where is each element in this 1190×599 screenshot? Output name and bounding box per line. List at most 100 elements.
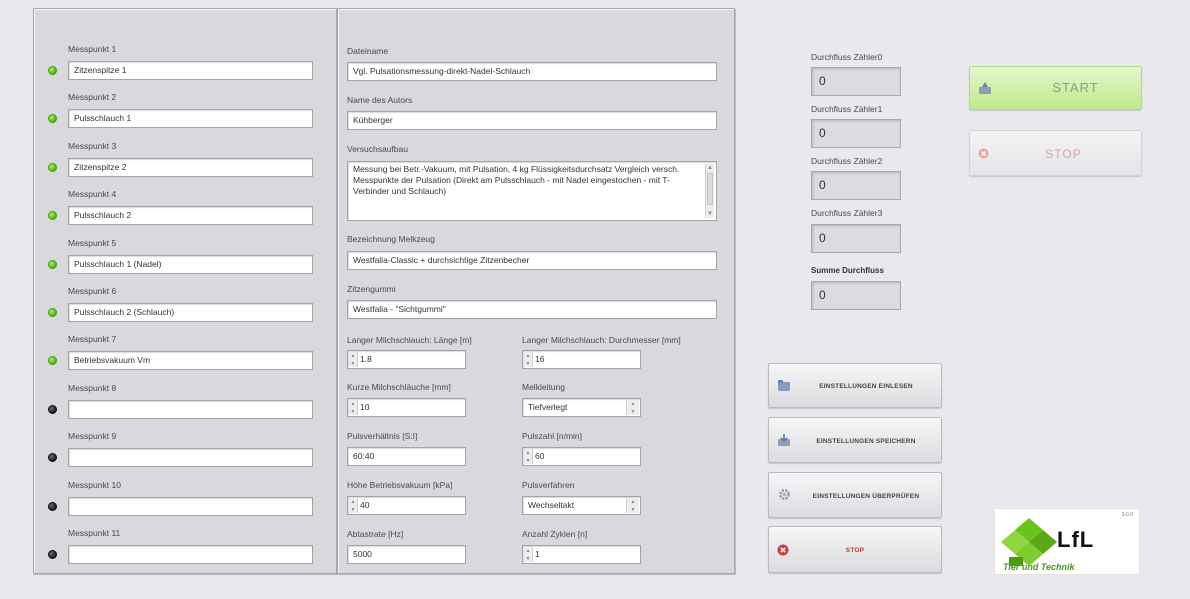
pulsverfahren-select[interactable]: Wechseltakt ▲ ▼ bbox=[522, 496, 641, 515]
counter3-label: Durchfluss Zähler3 bbox=[811, 208, 883, 218]
messpunkt-field[interactable] bbox=[68, 448, 313, 468]
messpunkt-field[interactable] bbox=[68, 399, 313, 419]
kurze-label: Kurze Milchschläuche [mm] bbox=[347, 382, 451, 392]
versuchsaufbau-label: Versuchsaufbau bbox=[347, 144, 408, 154]
stop-small-label: STOP bbox=[845, 547, 865, 554]
status-led-icon bbox=[48, 308, 57, 317]
melkleitung-label: Melkleitung bbox=[522, 382, 565, 392]
durchmesser-value: 16 bbox=[535, 354, 545, 364]
summe-label: Summe Durchfluss bbox=[811, 266, 884, 275]
messpunkt-label: Messpunkt 4 bbox=[68, 189, 117, 200]
zyklen-value: 1 bbox=[535, 549, 540, 559]
durchmesser-numeric[interactable]: ▲ ▼ 16 bbox=[522, 350, 641, 369]
vakuum-value: 40 bbox=[360, 500, 370, 510]
ueberpruefen-button[interactable]: EINSTELLUNGEN ÜBERPRÜFEN bbox=[768, 472, 942, 518]
kurze-value: 10 bbox=[360, 402, 370, 412]
messpunkt-field[interactable] bbox=[68, 545, 313, 564]
pulszahl-numeric[interactable]: ▲ ▼ 60 bbox=[522, 447, 641, 466]
laenge-value: 1.8 bbox=[360, 354, 372, 364]
dropdown-arrows-icon[interactable]: ▲ ▼ bbox=[626, 498, 639, 513]
messpunkt-field[interactable]: Pulsschlauch 2 (Schlauch) bbox=[68, 303, 313, 322]
abtastrate-field[interactable]: 5000 bbox=[347, 545, 466, 564]
stop-small-button[interactable]: STOP bbox=[768, 526, 942, 573]
autor-label: Name des Autors bbox=[347, 95, 413, 105]
version-label: 3.0.0 bbox=[1121, 512, 1133, 518]
vakuum-label: Höhe Betriebsvakuum [kPa] bbox=[347, 480, 453, 490]
spin-arrows-icon[interactable]: ▲ ▼ bbox=[524, 352, 533, 367]
pulszahl-value: 60 bbox=[535, 451, 545, 461]
scroll-thumb[interactable] bbox=[707, 173, 713, 205]
messpunkt-field[interactable] bbox=[68, 496, 313, 516]
messpunkt-field[interactable]: Pulsschlauch 1 bbox=[68, 109, 313, 129]
melkzeug-label: Bezeichnung Melkzeug bbox=[347, 234, 435, 244]
vakuum-numeric[interactable]: ▲ ▼ 40 bbox=[347, 496, 466, 515]
messpunkt-field[interactable]: Zitzenspitze 2 bbox=[68, 157, 313, 177]
messpunkt-label: Messpunkt 7 bbox=[68, 334, 117, 345]
start-button[interactable]: START bbox=[969, 66, 1142, 110]
laenge-numeric[interactable]: ▲ ▼ 1.8 bbox=[347, 350, 466, 369]
ueberpruefen-label: EINSTELLUNGEN ÜBERPRÜFEN bbox=[812, 493, 920, 500]
scroll-up-icon[interactable]: ▲ bbox=[706, 164, 714, 172]
status-led-icon bbox=[48, 550, 57, 559]
spin-arrows-icon[interactable]: ▲ ▼ bbox=[524, 449, 533, 464]
counter1-indicator: 0 bbox=[811, 119, 901, 148]
messpunkt-label: Messpunkt 11 bbox=[68, 528, 121, 538]
status-led-icon bbox=[48, 259, 57, 269]
dateiname-label: Dateiname bbox=[347, 46, 389, 56]
summe-indicator: 0 bbox=[811, 281, 901, 310]
durchmesser-label: Langer Milchschlauch: Durchmesser [mm] bbox=[522, 335, 681, 345]
counter3-indicator: 0 bbox=[811, 224, 901, 253]
logo-text: LfL bbox=[1057, 527, 1095, 552]
melkzeug-field[interactable]: Westfalia-Classic + durchsichtige Zitzen… bbox=[347, 251, 717, 270]
messpunkt-label: Messpunkt 8 bbox=[68, 382, 117, 393]
melkleitung-value: Tiefverlegt bbox=[528, 402, 568, 412]
einlesen-label: EINSTELLUNGEN EINLESEN bbox=[819, 383, 913, 390]
status-led-icon bbox=[48, 404, 57, 414]
autor-field[interactable]: Kühberger bbox=[347, 111, 717, 130]
speichern-button[interactable]: EINSTELLUNGEN SPEICHERN bbox=[768, 417, 942, 463]
counter2-indicator: 0 bbox=[811, 171, 901, 200]
pulsverfahren-value: Wechseltakt bbox=[528, 500, 575, 510]
lfl-logo: LfL Tier und Technik 3.0.0 bbox=[994, 508, 1140, 575]
pulsverh-field[interactable]: 60:40 bbox=[347, 447, 466, 466]
dropdown-arrows-icon[interactable]: ▲ ▼ bbox=[626, 400, 639, 415]
pulsverfahren-label: Pulsverfahren bbox=[522, 480, 575, 490]
spin-arrows-icon[interactable]: ▲ ▼ bbox=[349, 400, 358, 415]
messpunkt-label: Messpunkt 3 bbox=[68, 140, 117, 151]
counter0-indicator: 0 bbox=[811, 67, 901, 96]
spin-arrows-icon[interactable]: ▲ ▼ bbox=[349, 352, 358, 367]
messpunkt-label: Messpunkt 9 bbox=[68, 431, 117, 442]
spin-arrows-icon[interactable]: ▲ ▼ bbox=[524, 547, 533, 562]
status-led-icon bbox=[48, 66, 57, 75]
status-led-icon bbox=[48, 501, 57, 511]
counter2-label: Durchfluss Zähler2 bbox=[811, 156, 883, 166]
abtastrate-label: Abtastrate [Hz] bbox=[347, 529, 404, 539]
scroll-down-icon[interactable]: ▼ bbox=[706, 210, 714, 218]
speichern-label: EINSTELLUNGEN SPEICHERN bbox=[816, 438, 916, 445]
messpunkt-field[interactable]: Pulsschlauch 2 bbox=[68, 206, 313, 226]
versuchsaufbau-textarea[interactable]: Messung bei Betr.-Vakuum, mit Pulsation,… bbox=[347, 161, 717, 221]
messpunkt-field[interactable]: Betriebsvakuum Vm bbox=[68, 351, 313, 371]
versuchsaufbau-scrollbar[interactable]: ▲ ▼ bbox=[705, 164, 714, 218]
counter1-label: Durchfluss Zähler1 bbox=[811, 104, 883, 114]
leaf-logo-icon bbox=[1001, 518, 1057, 566]
zyklen-numeric[interactable]: ▲ ▼ 1 bbox=[522, 545, 641, 564]
pulsverh-label: Pulsverhältnis [S:I] bbox=[347, 431, 418, 441]
spin-arrows-icon[interactable]: ▲ ▼ bbox=[349, 498, 358, 513]
zitzengummi-field[interactable]: Westfalia - "Sichtgummi" bbox=[347, 300, 717, 319]
messpunkt-label: Messpunkt 5 bbox=[68, 237, 117, 248]
stop-big-label: STOP bbox=[1045, 147, 1082, 161]
messpunkt-field[interactable]: Zitzenspitze 1 bbox=[68, 61, 313, 80]
zitzengummi-label: Zitzengummi bbox=[347, 284, 396, 294]
messpunkt-field[interactable]: Pulsschlauch 1 (Nadel) bbox=[68, 254, 313, 274]
kurze-numeric[interactable]: ▲ ▼ 10 bbox=[347, 398, 466, 417]
versuchsaufbau-text: Messung bei Betr.-Vakuum, mit Pulsation,… bbox=[353, 164, 680, 196]
messpunkt-label: Messpunkt 2 bbox=[68, 92, 117, 103]
logo-tagline: Tier und Technik bbox=[1003, 562, 1075, 572]
counter0-label: Durchfluss Zähler0 bbox=[811, 52, 883, 62]
messpunkt-label: Messpunkt 6 bbox=[68, 286, 117, 296]
einlesen-button[interactable]: EINSTELLUNGEN EINLESEN bbox=[768, 363, 942, 408]
melkleitung-select[interactable]: Tiefverlegt ▲ ▼ bbox=[522, 398, 641, 417]
dateiname-field[interactable]: Vgl. Pulsationsmessung-direkt-Nadel-Schl… bbox=[347, 62, 717, 81]
stop-big-button[interactable]: STOP bbox=[969, 130, 1142, 176]
